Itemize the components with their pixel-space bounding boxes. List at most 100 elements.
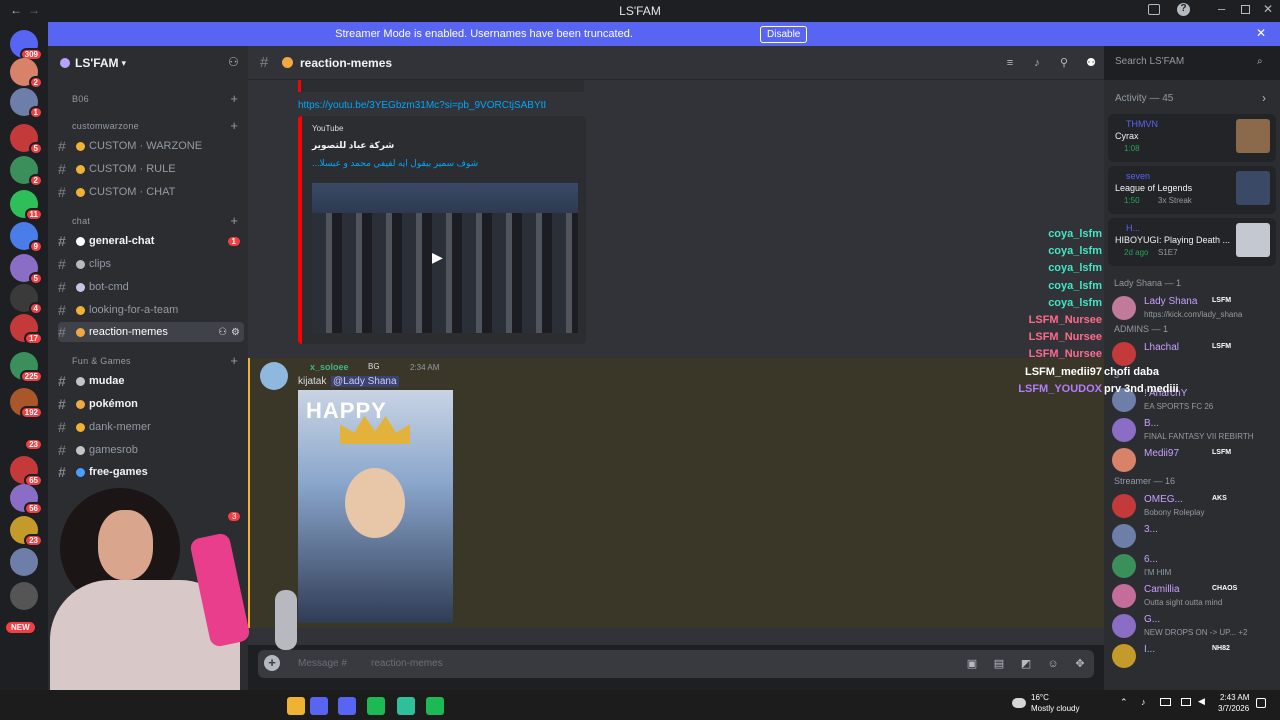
- close-icon[interactable]: ✕: [1256, 26, 1266, 40]
- server-icon-9[interactable]: 17: [10, 314, 43, 345]
- server-icon-16[interactable]: [10, 548, 38, 576]
- activity-card[interactable]: H... HIBOYUGI: Playing Death ... 2d ago S1E…: [1108, 218, 1276, 266]
- member-item[interactable]: Lhachal LSFM: [1112, 340, 1272, 370]
- hash-icon: #: [58, 279, 66, 295]
- minimize-icon[interactable]: –: [1218, 1, 1225, 16]
- member-item[interactable]: 3...: [1112, 522, 1272, 552]
- chevron-right-icon[interactable]: ›: [1262, 91, 1266, 105]
- gift-icon[interactable]: ▣: [966, 658, 978, 670]
- server-icon-4[interactable]: 2: [10, 156, 43, 187]
- server-icon-12[interactable]: 23: [10, 420, 43, 451]
- add-channel-icon[interactable]: +: [230, 213, 238, 228]
- search-icon: ⌕: [1257, 56, 1263, 67]
- weather-icon[interactable]: [1012, 698, 1026, 708]
- apps-icon[interactable]: ✥: [1074, 658, 1086, 670]
- server-icon-11[interactable]: 192: [10, 388, 43, 419]
- channel-free-games[interactable]: # free-games: [58, 462, 244, 482]
- member-item[interactable]: ! AnarchY EA SPORTS FC 26: [1112, 386, 1272, 416]
- category-2[interactable]: chat: [58, 216, 90, 226]
- channel-custom-chat[interactable]: # CUSTOM · CHAT: [58, 182, 244, 202]
- member-item[interactable]: Lady Shana LSFM https://kick.com/lady_shan…: [1112, 294, 1272, 324]
- members-icon[interactable]: ⚉: [1085, 57, 1097, 69]
- server-icon-17[interactable]: [10, 582, 38, 610]
- member-item[interactable]: OMEG... AKS Bobony Roleplay: [1112, 492, 1272, 522]
- channel-gamesrob[interactable]: # gamesrob: [58, 440, 244, 460]
- add-channel-icon[interactable]: +: [230, 118, 238, 133]
- gif-icon[interactable]: ▤: [993, 658, 1005, 670]
- add-channel-icon[interactable]: +: [230, 353, 238, 368]
- taskbar-app-4[interactable]: [426, 697, 444, 715]
- monitor-icon[interactable]: [1181, 698, 1191, 706]
- invite-icon[interactable]: ⚇: [218, 327, 227, 338]
- server-icon-10[interactable]: 225: [10, 352, 43, 383]
- add-channel-icon[interactable]: +: [230, 91, 238, 106]
- keyboard-icon[interactable]: [1160, 698, 1171, 706]
- message-composer[interactable]: + Message # reaction-memes ▣ ▤ ◩ ☺ ✥: [258, 650, 1094, 678]
- pin-icon[interactable]: ⚲: [1058, 57, 1070, 69]
- chevron-up-icon[interactable]: ⌃: [1120, 697, 1128, 708]
- threads-icon[interactable]: ≡: [1004, 57, 1016, 69]
- channel-dank-memer[interactable]: # dank-memer: [58, 417, 244, 437]
- maximize-icon[interactable]: [1241, 5, 1250, 14]
- taskbar-app-1[interactable]: [338, 697, 356, 715]
- member-item[interactable]: I... NH82: [1112, 642, 1272, 672]
- category-3[interactable]: Fun & Games: [58, 356, 131, 366]
- disable-button[interactable]: Disable: [760, 26, 808, 43]
- sticker-icon[interactable]: ◩: [1020, 658, 1032, 670]
- member-item[interactable]: Medii97 LSFM: [1112, 446, 1272, 476]
- channel-reaction-memes[interactable]: # reaction-memes ⚇ ⚙: [58, 322, 244, 342]
- channel-clips[interactable]: # clips: [58, 254, 244, 274]
- gear-icon[interactable]: ⚙: [231, 327, 240, 338]
- help-icon[interactable]: ?: [1177, 3, 1190, 16]
- video-thumbnail[interactable]: ▶: [312, 183, 578, 333]
- activity-card[interactable]: seven League of Legends 1:50 3x Streak: [1108, 166, 1276, 214]
- search-input[interactable]: Search LS'FAM: [1110, 52, 1274, 72]
- member-item[interactable]: G... NEW DROPS ON -> UP... +2: [1112, 612, 1272, 642]
- server-icon-6[interactable]: 9: [10, 222, 43, 253]
- add-attachment-icon[interactable]: +: [264, 655, 280, 671]
- invite-icon[interactable]: ⚇: [228, 55, 239, 69]
- server-icon-1[interactable]: 2: [10, 58, 43, 89]
- embed-title[interactable]: شركة عباد للتصوير: [312, 140, 394, 151]
- play-icon[interactable]: ▶: [432, 249, 443, 266]
- server-icon-14[interactable]: 56: [10, 484, 43, 515]
- taskbar-app-0[interactable]: [310, 697, 328, 715]
- user-mention[interactable]: @Lady Shana: [331, 376, 399, 387]
- channel-looking-for-a-team[interactable]: # looking-for-a-team: [58, 300, 244, 320]
- channel-pok-mon[interactable]: # pokémon: [58, 394, 244, 414]
- close-window-icon[interactable]: ✕: [1263, 2, 1273, 16]
- taskbar-app-2[interactable]: [367, 697, 385, 715]
- member-item[interactable]: Camillia CHAOS Outta sight outta mind: [1112, 582, 1272, 612]
- channel-mudae[interactable]: # mudae: [58, 371, 244, 391]
- message-author[interactable]: x_soloee: [310, 362, 349, 372]
- server-icon-2[interactable]: 1: [10, 88, 43, 119]
- inbox-icon[interactable]: [1148, 4, 1160, 15]
- server-header[interactable]: LS'FAM ▾: [60, 54, 240, 72]
- server-icon-5[interactable]: 11: [10, 190, 43, 221]
- server-icon-8[interactable]: 4: [10, 284, 43, 315]
- server-icon-7[interactable]: 5: [10, 254, 43, 285]
- channel-custom-warzone[interactable]: # CUSTOM · WARZONE: [58, 136, 244, 156]
- server-icon-15[interactable]: 23: [10, 516, 43, 547]
- attached-image[interactable]: HAPPY: [298, 390, 453, 623]
- speaker-icon[interactable]: ◀: [1198, 696, 1205, 707]
- channel-bot-cmd[interactable]: # bot-cmd: [58, 277, 244, 297]
- category-0[interactable]: B06: [58, 94, 89, 104]
- notifications-icon[interactable]: [1256, 698, 1266, 708]
- channel-general-chat[interactable]: # general-chat 1: [58, 231, 244, 251]
- server-icon-3[interactable]: 5: [10, 124, 43, 155]
- channel-custom-rule[interactable]: # CUSTOM · RULE: [58, 159, 244, 179]
- bell-icon[interactable]: ♪: [1031, 57, 1043, 69]
- chat-area: https://youtu.be/3YEGbzm31Mc?si=pb_9VORC…: [248, 80, 1104, 645]
- taskbar-app-5[interactable]: [287, 697, 305, 715]
- activity-card[interactable]: THMVN Cyrax 1:08: [1108, 114, 1276, 162]
- taskbar-app-3[interactable]: [397, 697, 415, 715]
- message-link[interactable]: https://youtu.be/3YEGbzm31Mc?si=pb_9VORC…: [298, 100, 546, 111]
- server-icon-13[interactable]: 65: [10, 456, 43, 487]
- category-1[interactable]: customwarzone: [58, 121, 139, 131]
- emoji-icon[interactable]: ☺: [1047, 658, 1059, 670]
- member-item[interactable]: B... FINAL FANTASY VII REBIRTH: [1112, 416, 1272, 446]
- mic-icon[interactable]: ♪: [1141, 697, 1146, 707]
- member-item[interactable]: 6... I'M HIM: [1112, 552, 1272, 582]
- avatar[interactable]: [260, 362, 288, 390]
